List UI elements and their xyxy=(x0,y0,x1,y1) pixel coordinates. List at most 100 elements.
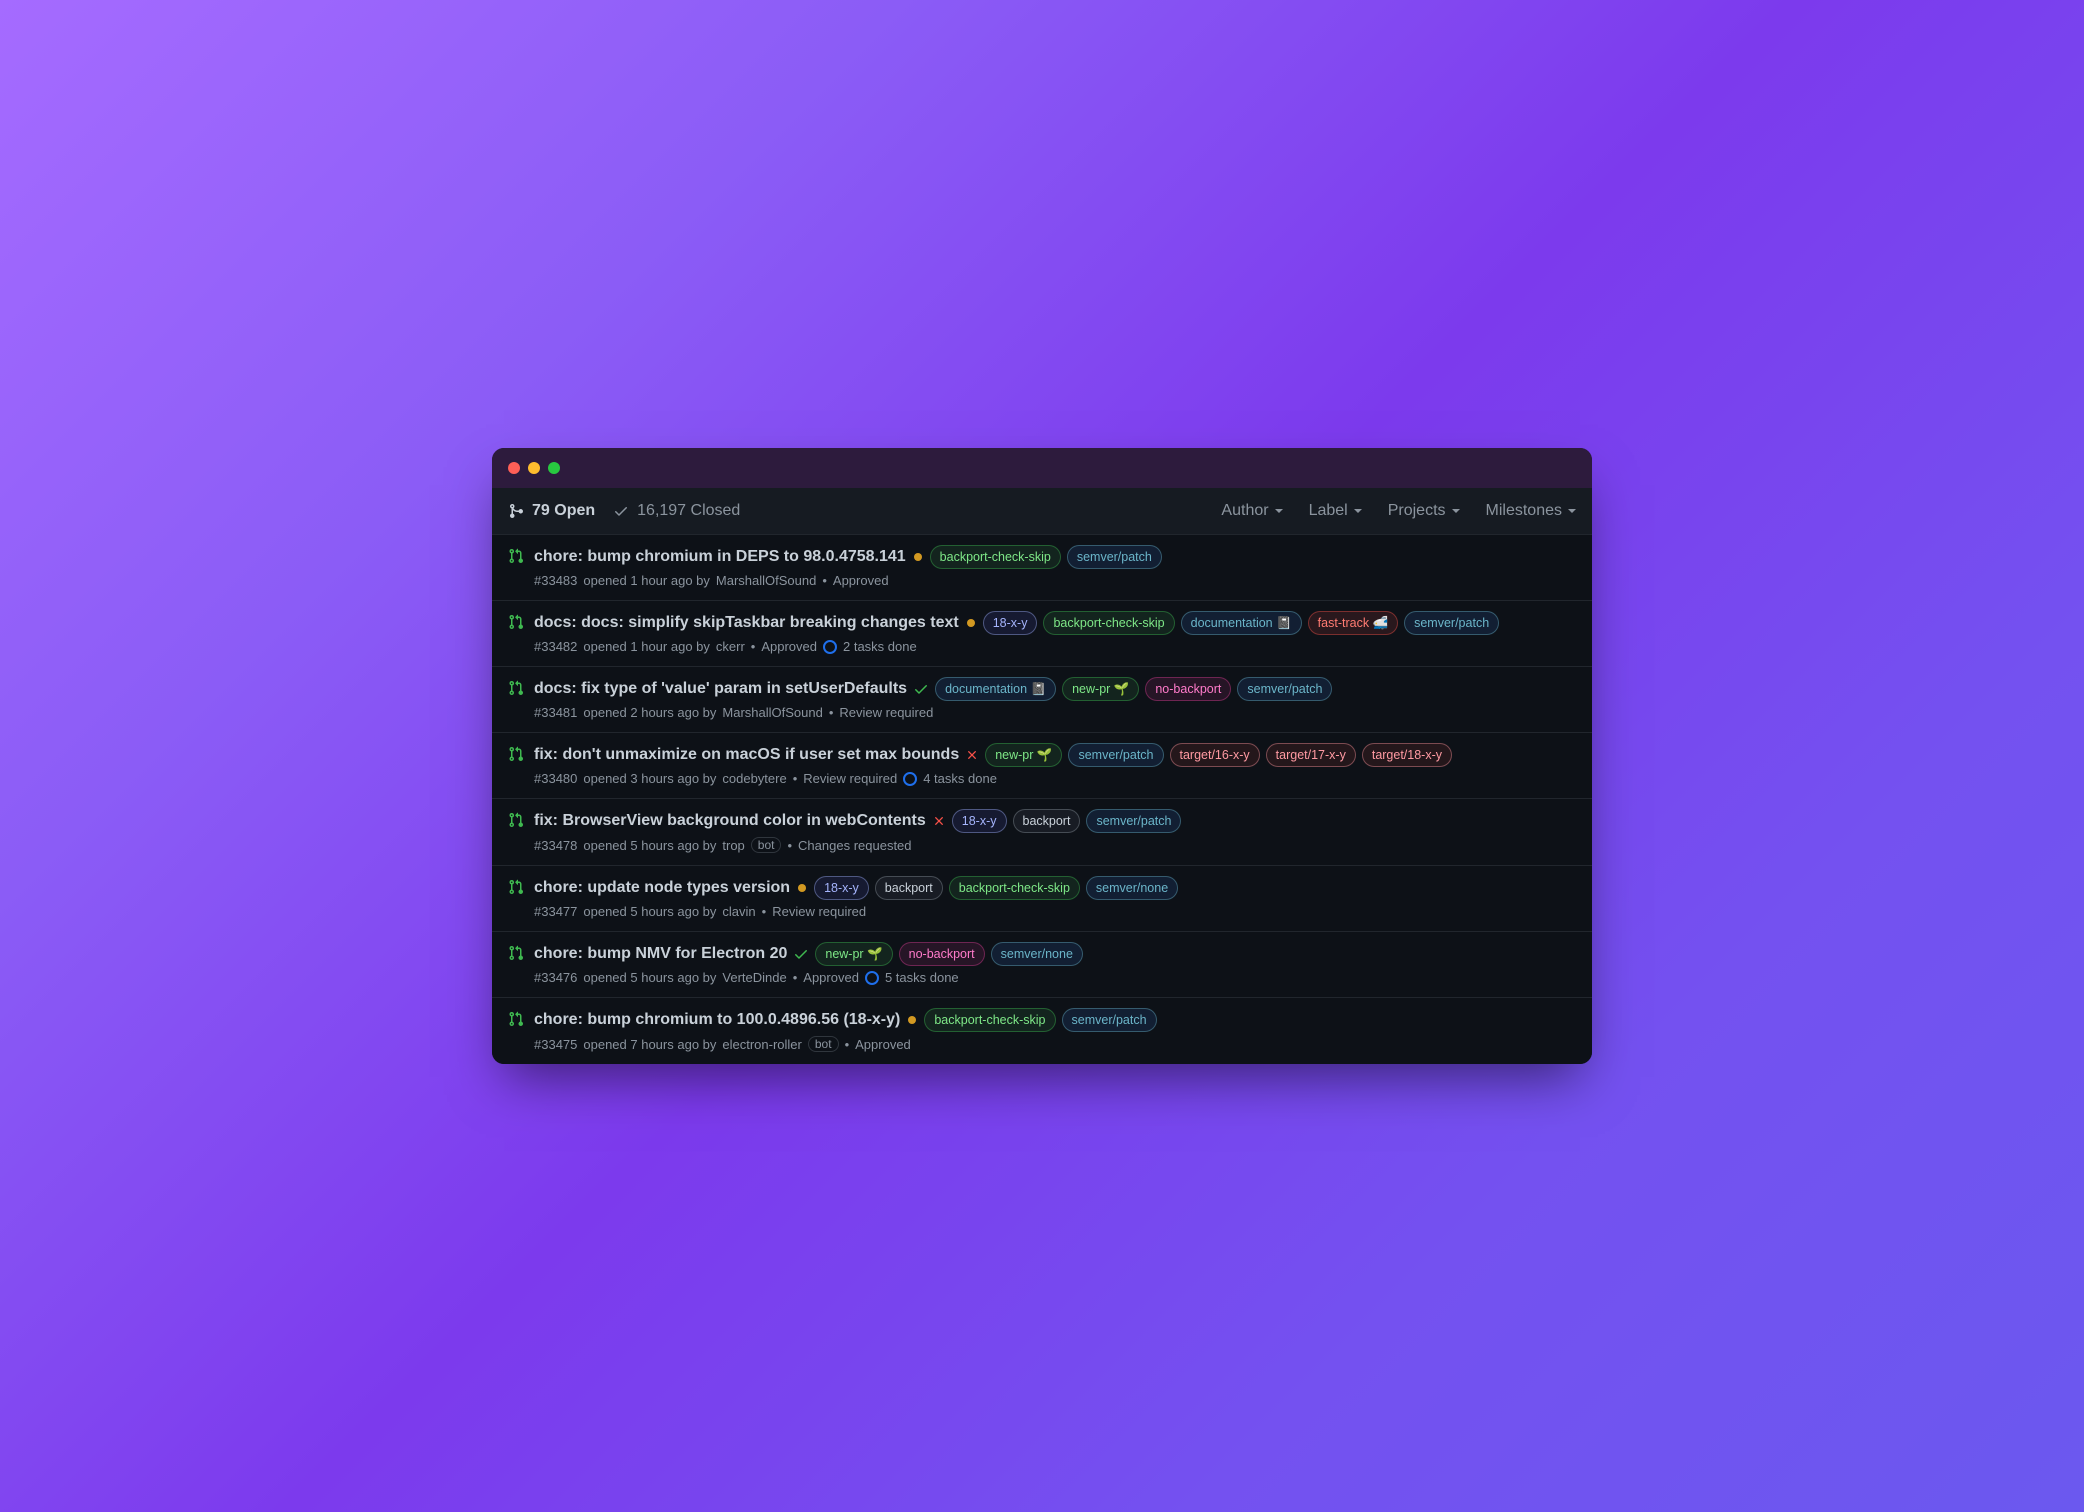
label-target-16[interactable]: target/16-x-y xyxy=(1170,743,1260,767)
pr-review-status: Review required xyxy=(803,771,897,786)
pr-author[interactable]: codebytere xyxy=(722,771,786,786)
pr-author[interactable]: MarshallOfSound xyxy=(716,573,816,588)
pull-request-icon xyxy=(508,503,524,519)
pr-id: #33477 xyxy=(534,904,577,919)
check-icon xyxy=(613,503,629,519)
closed-count-tab[interactable]: 16,197 Closed xyxy=(613,502,740,520)
pr-author[interactable]: ckerr xyxy=(716,639,745,654)
pr-author[interactable]: clavin xyxy=(722,904,755,919)
label-new-pr[interactable]: new-pr 🌱 xyxy=(815,942,892,966)
chevron-down-icon xyxy=(1354,509,1362,513)
pr-review-status: Approved xyxy=(833,573,889,588)
pull-request-open-icon xyxy=(508,548,524,564)
label-18-x-y[interactable]: 18-x-y xyxy=(952,809,1007,833)
pr-id: #33483 xyxy=(534,573,577,588)
pr-title-link[interactable]: fix: don't unmaximize on macOS if user s… xyxy=(534,746,959,764)
pull-request-open-icon xyxy=(508,945,524,961)
pr-author[interactable]: trop xyxy=(722,838,744,853)
pr-title-link[interactable]: chore: bump chromium to 100.0.4896.56 (1… xyxy=(534,1011,900,1029)
label-semver-patch[interactable]: semver/patch xyxy=(1404,611,1499,635)
label-semver-none[interactable]: semver/none xyxy=(991,942,1083,966)
status-pending-icon xyxy=(798,884,806,892)
pr-row: docs: fix type of 'value' param in setUs… xyxy=(492,667,1592,733)
status-success-icon xyxy=(913,681,929,697)
pr-status-icon xyxy=(508,746,524,786)
titlebar xyxy=(492,448,1592,488)
pr-review-status: Approved xyxy=(761,639,817,654)
pr-title-link[interactable]: chore: bump chromium in DEPS to 98.0.475… xyxy=(534,548,906,566)
pr-opened-text: opened 5 hours ago by xyxy=(583,838,716,853)
pr-title-link[interactable]: fix: BrowserView background color in web… xyxy=(534,812,926,830)
label-semver-patch[interactable]: semver/patch xyxy=(1086,809,1181,833)
open-count-tab[interactable]: 79 Open xyxy=(508,502,595,520)
pr-review-status: Approved xyxy=(803,970,859,985)
label-backport-check-skip[interactable]: backport-check-skip xyxy=(924,1008,1055,1032)
pr-author[interactable]: VerteDinde xyxy=(722,970,786,985)
pr-title-link[interactable]: chore: update node types version xyxy=(534,879,790,897)
chevron-down-icon xyxy=(1568,509,1576,513)
label-fast-track[interactable]: fast-track 🚅 xyxy=(1308,611,1398,635)
pr-opened-text: opened 1 hour ago by xyxy=(583,573,710,588)
status-pending-icon xyxy=(914,553,922,561)
closed-count-label: 16,197 Closed xyxy=(637,502,740,520)
label-documentation[interactable]: documentation 📓 xyxy=(935,677,1056,701)
pr-review-status: Approved xyxy=(855,1037,911,1052)
maximize-window-button[interactable] xyxy=(548,462,560,474)
filter-label[interactable]: Label xyxy=(1309,502,1362,520)
label-backport-check-skip[interactable]: backport-check-skip xyxy=(949,876,1080,900)
label-target-18[interactable]: target/18-x-y xyxy=(1362,743,1452,767)
pr-title-link[interactable]: chore: bump NMV for Electron 20 xyxy=(534,945,787,963)
pull-request-open-icon xyxy=(508,1011,524,1027)
pr-author[interactable]: electron-roller xyxy=(722,1037,801,1052)
label-semver-patch[interactable]: semver/patch xyxy=(1067,545,1162,569)
pr-id: #33482 xyxy=(534,639,577,654)
pr-status-icon xyxy=(508,945,524,985)
pull-request-open-icon xyxy=(508,680,524,696)
label-semver-none[interactable]: semver/none xyxy=(1086,876,1178,900)
pr-status-icon xyxy=(508,614,524,654)
label-backport[interactable]: backport xyxy=(875,876,943,900)
pr-review-status: Changes requested xyxy=(798,838,911,853)
label-18-x-y[interactable]: 18-x-y xyxy=(983,611,1038,635)
filter-label: Author xyxy=(1221,502,1268,520)
label-backport-check-skip[interactable]: backport-check-skip xyxy=(930,545,1061,569)
pr-author[interactable]: MarshallOfSound xyxy=(722,705,822,720)
label-documentation[interactable]: documentation 📓 xyxy=(1181,611,1302,635)
label-no-backport[interactable]: no-backport xyxy=(899,942,985,966)
pr-title-link[interactable]: docs: fix type of 'value' param in setUs… xyxy=(534,680,907,698)
close-window-button[interactable] xyxy=(508,462,520,474)
pr-row: fix: don't unmaximize on macOS if user s… xyxy=(492,733,1592,799)
label-new-pr[interactable]: new-pr 🌱 xyxy=(985,743,1062,767)
filter-author[interactable]: Author xyxy=(1221,502,1282,520)
pr-opened-text: opened 5 hours ago by xyxy=(583,904,716,919)
label-semver-patch[interactable]: semver/patch xyxy=(1062,1008,1157,1032)
minimize-window-button[interactable] xyxy=(528,462,540,474)
label-backport[interactable]: backport xyxy=(1013,809,1081,833)
task-progress-icon xyxy=(823,640,837,654)
filter-label: Label xyxy=(1309,502,1348,520)
label-target-17[interactable]: target/17-x-y xyxy=(1266,743,1356,767)
label-semver-patch[interactable]: semver/patch xyxy=(1068,743,1163,767)
label-new-pr[interactable]: new-pr 🌱 xyxy=(1062,677,1139,701)
label-18-x-y[interactable]: 18-x-y xyxy=(814,876,869,900)
pr-title-link[interactable]: docs: docs: simplify skipTaskbar breakin… xyxy=(534,614,959,632)
pr-opened-text: opened 1 hour ago by xyxy=(583,639,710,654)
pr-list: chore: bump chromium in DEPS to 98.0.475… xyxy=(492,535,1592,1064)
tasks-done: 5 tasks done xyxy=(885,970,959,985)
chevron-down-icon xyxy=(1275,509,1283,513)
status-failure-icon xyxy=(965,748,979,762)
label-backport-check-skip[interactable]: backport-check-skip xyxy=(1043,611,1174,635)
bot-badge: bot xyxy=(808,1036,839,1052)
status-success-icon xyxy=(793,946,809,962)
pr-status-icon xyxy=(508,548,524,588)
pr-row: chore: bump chromium to 100.0.4896.56 (1… xyxy=(492,998,1592,1064)
open-count-label: 79 Open xyxy=(532,502,595,520)
pr-opened-text: opened 2 hours ago by xyxy=(583,705,716,720)
pr-row: chore: bump chromium in DEPS to 98.0.475… xyxy=(492,535,1592,601)
pr-opened-text: opened 7 hours ago by xyxy=(583,1037,716,1052)
tasks-done: 4 tasks done xyxy=(923,771,997,786)
filter-projects[interactable]: Projects xyxy=(1388,502,1460,520)
label-no-backport[interactable]: no-backport xyxy=(1145,677,1231,701)
filter-milestones[interactable]: Milestones xyxy=(1486,502,1576,520)
label-semver-patch[interactable]: semver/patch xyxy=(1237,677,1332,701)
